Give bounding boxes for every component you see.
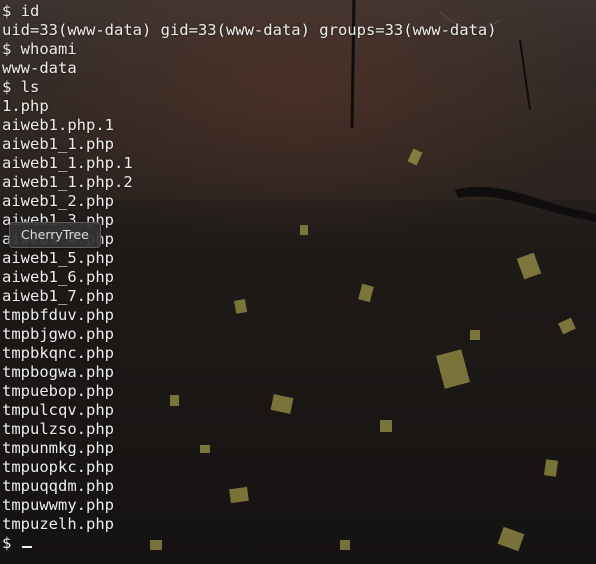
terminal-line: aiweb1_5.php	[2, 249, 114, 267]
terminal-line: tmpuwwmy.php	[2, 496, 114, 514]
terminal-line: tmpbfduv.php	[2, 306, 114, 324]
terminal-line: aiweb1_1.php.1	[2, 154, 133, 172]
terminal-line: tmpulcqv.php	[2, 401, 114, 419]
terminal-line: $ id	[2, 2, 40, 20]
terminal-line: aiweb1_7.php	[2, 287, 114, 305]
terminal-line: $ whoami	[2, 40, 77, 58]
terminal-prompt-line[interactable]: $	[2, 534, 32, 553]
terminal-output[interactable]: $ id uid=33(www-data) gid=33(www-data) gr…	[0, 0, 596, 564]
cherrytree-tooltip: CherryTree	[9, 222, 101, 248]
terminal-line: tmpbjgwo.php	[2, 325, 114, 343]
prompt-symbol: $	[2, 534, 21, 552]
terminal-line: www-data	[2, 59, 77, 77]
terminal-line: tmpunmkg.php	[2, 439, 114, 457]
terminal-line: aiweb1_6.php	[2, 268, 114, 286]
terminal-line: tmpbkqnc.php	[2, 344, 114, 362]
terminal-line: tmpulzso.php	[2, 420, 114, 438]
terminal-line: tmpbogwa.php	[2, 363, 114, 381]
terminal-line: tmpuebop.php	[2, 382, 114, 400]
terminal-line: tmpuzelh.php	[2, 515, 114, 533]
terminal-line: aiweb1_1.php.2	[2, 173, 133, 191]
terminal-line: uid=33(www-data) gid=33(www-data) groups…	[2, 21, 497, 39]
text-cursor	[21, 546, 32, 548]
terminal-line: tmpuopkc.php	[2, 458, 114, 476]
terminal-line: aiweb1_2.php	[2, 192, 114, 210]
terminal-line: $ ls	[2, 78, 40, 96]
terminal-line: tmpuqqdm.php	[2, 477, 114, 495]
terminal-line: aiweb1.php.1	[2, 116, 114, 134]
terminal-line: 1.php	[2, 97, 49, 115]
terminal-line: aiweb1_1.php	[2, 135, 114, 153]
